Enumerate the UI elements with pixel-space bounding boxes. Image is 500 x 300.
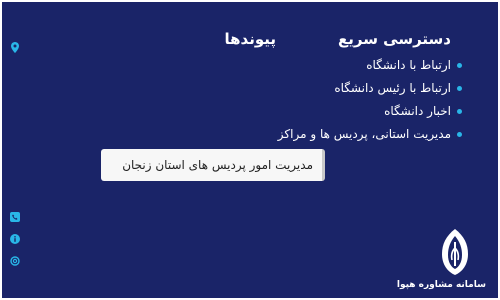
hepva-logo: سامانه مشاوره هپوا <box>397 228 486 296</box>
email-icon[interactable] <box>10 256 20 266</box>
logo-text: سامانه مشاوره هپوا <box>396 280 486 290</box>
quick-link-label: اخبار دانشگاه <box>384 104 451 118</box>
quick-link-university-contact[interactable]: ارتباط با دانشگاه <box>278 54 462 77</box>
quick-link-label: ارتباط با دانشگاه <box>366 58 451 72</box>
bullet-icon <box>457 86 462 91</box>
quick-access-title: دسترسی سریع <box>337 30 451 48</box>
footer-panel: دسترسی سریع پیوندها ارتباط با دانشگاه ار… <box>2 2 498 298</box>
quick-link-provincial-management[interactable]: مدیریت استانی، پردیس ها و مراکز <box>278 123 462 146</box>
quick-link-president-contact[interactable]: ارتباط با رئیس دانشگاه <box>278 77 462 100</box>
logo-shield-icon <box>442 229 468 275</box>
quick-access-list: ارتباط با دانشگاه ارتباط با رئیس دانشگاه… <box>278 54 462 146</box>
bullet-icon <box>457 132 462 137</box>
quick-link-label: مدیریت استانی، پردیس ها و مراکز <box>277 127 451 141</box>
quick-link-university-news[interactable]: اخبار دانشگاه <box>278 100 462 123</box>
quick-link-label: ارتباط با رئیس دانشگاه <box>334 81 451 95</box>
links-title: پیوندها <box>224 30 277 48</box>
phone-icon[interactable] <box>10 212 20 222</box>
bullet-icon <box>457 63 462 68</box>
location-icon[interactable] <box>10 41 20 53</box>
bullet-icon <box>457 109 462 114</box>
campus-select[interactable]: مدیریت امور پردیس های استان زنجان <box>101 149 325 181</box>
info-icon[interactable] <box>10 234 20 244</box>
